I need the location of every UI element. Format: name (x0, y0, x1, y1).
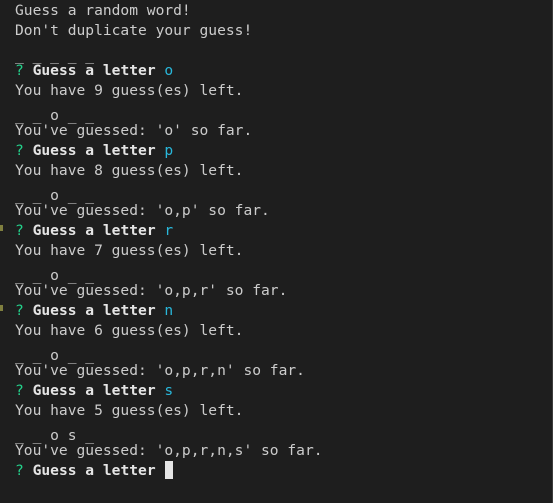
intro-line: Guess a random word! (15, 2, 191, 19)
question-mark-icon: ? (15, 302, 24, 319)
question-mark-icon: ? (15, 222, 24, 239)
guesses-left: You have 9 guess(es) left. (15, 82, 244, 99)
guesses-left: You have 6 guess(es) left. (15, 322, 244, 339)
gutter-marker (0, 305, 3, 311)
question-mark-icon: ? (15, 142, 24, 159)
word-pattern: _ _ o s _ (15, 427, 95, 444)
guesses-left: You have 8 guess(es) left. (15, 162, 244, 179)
prompt-line: ? Guess a letter o (15, 61, 549, 81)
guesses-left: You have 5 guess(es) left. (15, 402, 244, 419)
prompt-line: ? Guess a letter s (15, 381, 549, 401)
guesses-left: You have 7 guess(es) left. (15, 242, 244, 259)
prompt-label: Guess a letter (32, 222, 156, 239)
intro-line: Don't duplicate your guess! (15, 22, 253, 39)
prompt-line: ? Guess a letter r (15, 221, 549, 241)
guessed-letters: You've guessed: 'o,p' so far. (15, 202, 270, 219)
word-pattern: _ _ o _ _ (15, 347, 95, 364)
prompt-line: ? Guess a letter n (15, 301, 549, 321)
prompt-label: Guess a letter (32, 142, 156, 159)
word-pattern: _ _ o _ _ (15, 107, 95, 124)
prompt-label: Guess a letter (32, 382, 156, 399)
guess-answer: o (164, 62, 174, 79)
prompt-label: Guess a letter (32, 462, 156, 479)
word-pattern: _ _ _ _ _ (15, 47, 95, 64)
guess-answer: p (164, 142, 174, 159)
text-cursor[interactable] (165, 461, 174, 479)
guessed-letters: You've guessed: 'o,p,r' so far. (15, 282, 288, 299)
guessed-letters: You've guessed: 'o,p,r,n,s' so far. (15, 442, 323, 459)
guessed-letters: You've guessed: 'o' so far. (15, 122, 253, 139)
guess-answer: r (164, 222, 174, 239)
question-mark-icon: ? (15, 462, 24, 479)
word-pattern: _ _ o _ _ (15, 267, 95, 284)
guess-answer: n (164, 302, 174, 319)
gutter-marker (0, 225, 3, 231)
guess-answer: s (164, 382, 174, 399)
word-pattern: _ _ o _ _ (15, 187, 95, 204)
terminal-output[interactable]: Guess a random word! Don't duplicate you… (15, 0, 549, 481)
question-mark-icon: ? (15, 382, 24, 399)
guessed-letters: You've guessed: 'o,p,r,n' so far. (15, 362, 305, 379)
prompt-line: ? Guess a letter p (15, 141, 549, 161)
prompt-label: Guess a letter (32, 302, 156, 319)
active-prompt-line[interactable]: ? Guess a letter (15, 461, 549, 481)
